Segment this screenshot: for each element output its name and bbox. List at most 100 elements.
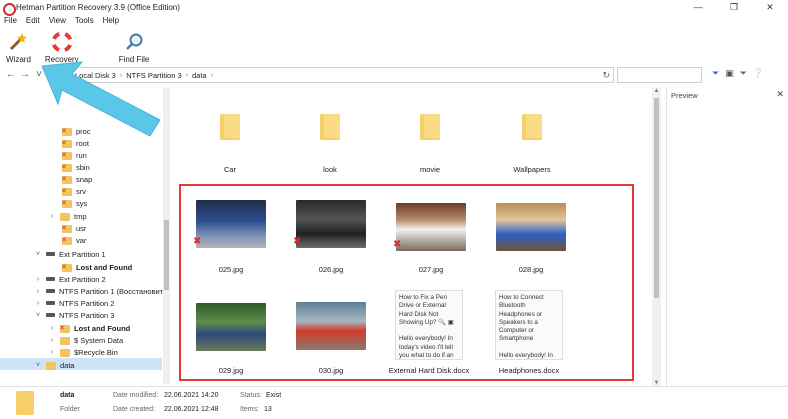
- deleted-folder-icon: [61, 236, 72, 245]
- expand-chevron-icon[interactable]: ˅: [34, 251, 42, 258]
- tree-item-label: sbin: [76, 162, 90, 172]
- tree-item[interactable]: run: [61, 149, 87, 161]
- collapse-chevron-icon[interactable]: ›: [48, 213, 56, 220]
- deleted-folder-icon: [59, 324, 70, 333]
- menu-bar: File Edit View Tools Help: [0, 14, 128, 26]
- folder-icon[interactable]: [220, 114, 240, 140]
- scroll-up-icon[interactable]: ▲: [652, 88, 661, 94]
- minimize-icon[interactable]: —: [680, 0, 716, 14]
- tree-item[interactable]: › NTFS Partition 2: [34, 297, 115, 309]
- folder-icon: [60, 348, 70, 357]
- partition-icon: [46, 301, 55, 305]
- app-window: Hetman Partition Recovery 3.9 (Office Ed…: [0, 0, 788, 419]
- deleted-folder-icon: [61, 175, 72, 184]
- deleted-folder-icon: [61, 151, 72, 160]
- expand-chevron-icon[interactable]: ˅: [34, 312, 42, 319]
- items-value: 13: [264, 406, 272, 413]
- tree-item[interactable]: › Lost and Found: [48, 322, 130, 334]
- deleted-folder-icon: [61, 224, 72, 233]
- folder-label[interactable]: Car: [185, 165, 275, 174]
- recovery-button[interactable]: Recovery: [45, 27, 79, 64]
- collapse-chevron-icon[interactable]: ›: [48, 337, 56, 344]
- tree-item[interactable]: › Ext Partition 2: [34, 273, 106, 285]
- tree-item-label: var: [76, 235, 87, 245]
- collapse-chevron-icon[interactable]: ›: [34, 300, 42, 307]
- refresh-icon[interactable]: ↻: [602, 70, 610, 81]
- tree-item[interactable]: › tmp: [48, 210, 87, 222]
- tree-item-label: $Recycle.Bin: [74, 347, 118, 357]
- tree-item[interactable]: Lost and Found: [61, 261, 133, 273]
- tree-scrollbar[interactable]: [163, 88, 170, 384]
- menu-file[interactable]: File: [4, 16, 17, 25]
- partition-icon: [46, 313, 55, 317]
- tree-item-label: usr: [76, 223, 87, 233]
- help-icon[interactable]: ❔: [753, 68, 764, 79]
- tree-item[interactable]: ˅ NTFS Partition 3: [34, 309, 114, 321]
- maximize-icon[interactable]: ❐: [716, 0, 752, 14]
- filter-icon[interactable]: ⏷: [712, 68, 719, 79]
- tree-item[interactable]: ˅ data: [34, 359, 75, 371]
- wizard-wand-icon: [7, 31, 29, 53]
- date-modified-value: 22.06.2021 14:20: [164, 392, 219, 399]
- menu-edit[interactable]: Edit: [26, 16, 40, 25]
- folder-label[interactable]: Wallpapers: [487, 165, 577, 174]
- tree-item[interactable]: › $Recycle.Bin: [48, 346, 118, 358]
- tree-item[interactable]: › $ System Data: [48, 334, 123, 346]
- menu-help[interactable]: Help: [103, 16, 119, 25]
- collapse-chevron-icon[interactable]: ›: [48, 349, 56, 356]
- tree-item[interactable]: › NTFS Partition 1 (Восстановить: [34, 285, 167, 297]
- tree-item[interactable]: ˅ Ext Partition 1: [34, 248, 106, 260]
- tutorial-arrow-icon: [41, 61, 161, 137]
- find-file-button[interactable]: Find File: [119, 27, 149, 64]
- close-icon[interactable]: ✕: [752, 0, 788, 14]
- app-logo-icon: [3, 2, 16, 16]
- folder-label[interactable]: movie: [385, 165, 475, 174]
- status-item-name: data: [60, 392, 75, 399]
- highlight-frame: [179, 184, 634, 381]
- wizard-button[interactable]: Wizard: [6, 27, 31, 64]
- tree-scrollbar-thumb[interactable]: [164, 220, 169, 290]
- tree-item[interactable]: sys: [61, 197, 87, 209]
- view-mode-icon[interactable]: ▣: [725, 68, 734, 79]
- window-controls: — ❐ ✕: [680, 0, 788, 14]
- tree-item[interactable]: srv: [61, 185, 86, 197]
- search-input[interactable]: [617, 67, 702, 83]
- tree-item-label: root: [76, 138, 89, 148]
- lifebuoy-icon: [51, 31, 73, 53]
- close-preview-icon[interactable]: ✕: [776, 89, 784, 100]
- folder-icon[interactable]: [420, 114, 440, 140]
- collapse-chevron-icon[interactable]: ›: [34, 276, 42, 283]
- expand-chevron-icon[interactable]: ˅: [34, 362, 42, 369]
- date-created-label: Date created:: [113, 406, 156, 413]
- menu-view[interactable]: View: [49, 16, 66, 25]
- collapse-chevron-icon[interactable]: ›: [34, 288, 42, 295]
- folder-icon: [60, 336, 70, 345]
- breadcrumb-data[interactable]: data: [192, 71, 207, 80]
- collapse-chevron-icon[interactable]: ›: [48, 325, 56, 332]
- tree-item-label: Lost and Found: [76, 262, 133, 272]
- sort-icon[interactable]: ⏷: [740, 68, 747, 79]
- content-scrollbar-thumb[interactable]: [654, 98, 659, 298]
- folder-icon[interactable]: [320, 114, 340, 140]
- folder-icon[interactable]: [522, 114, 542, 140]
- tree-item-label: NTFS Partition 1 (Восстановить: [59, 286, 168, 296]
- content-scrollbar[interactable]: ▲ ▼: [652, 88, 661, 386]
- tree-item-label: $ System Data: [74, 335, 124, 345]
- status-bar: data Folder Date modified: 22.06.2021 14…: [0, 386, 788, 419]
- folder-icon: [60, 212, 70, 221]
- folder-icon: [16, 391, 34, 415]
- tree-item[interactable]: root: [61, 137, 89, 149]
- partition-icon: [46, 277, 55, 281]
- back-arrow-icon[interactable]: ←: [4, 68, 18, 82]
- tree-item[interactable]: var: [61, 234, 87, 246]
- tree-item[interactable]: sbin: [61, 161, 90, 173]
- tree-item-label: NTFS Partition 2: [59, 298, 115, 308]
- tree-item-label: snap: [76, 174, 93, 184]
- folder-label[interactable]: look: [285, 165, 375, 174]
- tree-item[interactable]: usr: [61, 222, 87, 234]
- menu-tools[interactable]: Tools: [75, 16, 94, 25]
- tree-item[interactable]: snap: [61, 173, 93, 185]
- forward-arrow-icon[interactable]: →: [18, 68, 32, 82]
- tree-item-label: Ext Partition 1: [59, 249, 106, 259]
- wizard-label: Wizard: [6, 55, 31, 64]
